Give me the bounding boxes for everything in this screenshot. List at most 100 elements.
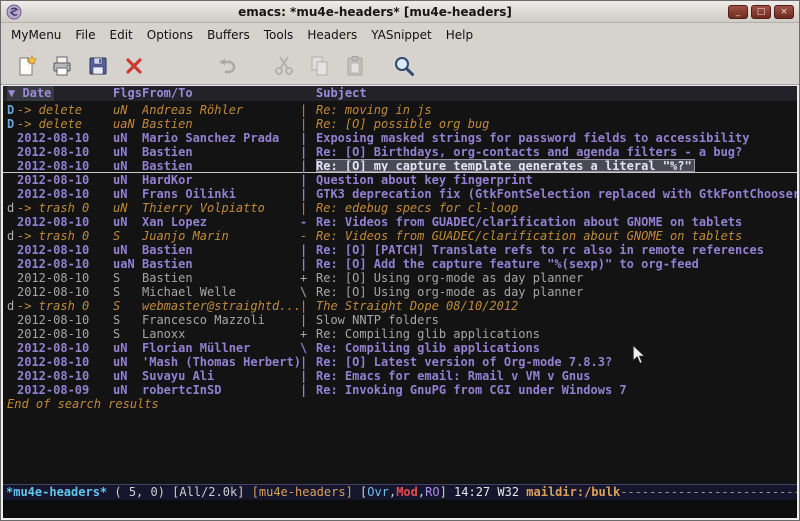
subject-cell: Slow NNTP folders <box>316 313 797 327</box>
titlebar[interactable]: emacs: *mu4e-headers* [mu4e-headers] _ □… <box>1 1 799 23</box>
date-cell: 2012-08-10 <box>17 159 113 172</box>
flags-cell: S <box>113 285 142 299</box>
thread-connector: | <box>300 299 316 313</box>
from-cell: Bastien <box>142 117 300 131</box>
window-title: emacs: *mu4e-headers* [mu4e-headers] <box>22 5 728 19</box>
message-row[interactable]: d -> trash 0 uN Thierry Volpiatto | Re: … <box>3 201 797 215</box>
save-icon[interactable] <box>81 51 115 81</box>
mark-cell: D <box>7 117 17 131</box>
mark-cell <box>7 215 17 229</box>
message-row[interactable]: 2012-08-10 uN Mario Sanchez Prada | Expo… <box>3 131 797 145</box>
message-row[interactable]: 2012-08-10 S Bastien + Re: [O] Using org… <box>3 271 797 285</box>
modeline-bracket: [ <box>353 485 367 499</box>
cut-icon[interactable] <box>267 51 301 81</box>
menu-item-mymenu[interactable]: MyMenu <box>4 25 68 45</box>
column-header-subject[interactable]: Subject <box>316 86 797 101</box>
message-row[interactable]: d -> trash 0 S webmaster@straightd... | … <box>3 299 797 313</box>
from-cell: Bastien <box>142 243 300 257</box>
mark-cell <box>7 383 17 397</box>
subject-cell: Re: moving in js <box>316 103 797 117</box>
message-row[interactable]: 2012-08-10 S Lanoxx + Re: Compiling glib… <box>3 327 797 341</box>
undo-icon[interactable] <box>209 51 243 81</box>
thread-connector: | <box>300 159 316 172</box>
emacs-icon <box>6 4 22 20</box>
thread-connector: \ <box>300 285 316 299</box>
flags-cell: uN <box>113 187 142 201</box>
menu-item-help[interactable]: Help <box>439 25 480 45</box>
thread-connector: \ <box>300 341 316 355</box>
sort-indicator-date[interactable]: ▼ Date <box>7 86 54 101</box>
minibuffer[interactable] <box>3 500 797 518</box>
flags-cell: S <box>113 299 142 313</box>
flags-cell: uaN <box>113 257 142 271</box>
date-cell: 2012-08-10 <box>17 355 113 369</box>
message-row[interactable]: 2012-08-10 uN Bastien | Re: [O] Birthday… <box>3 145 797 159</box>
modeline-position: ( 5, 0) [All/2.0k] <box>107 485 252 499</box>
message-row[interactable]: 2012-08-09 uN robertcInSD | Re: Invoking… <box>3 383 797 397</box>
new-file-icon[interactable] <box>9 51 43 81</box>
copy-icon[interactable] <box>303 51 337 81</box>
message-row[interactable]: D -> delete uN Andreas Röhler | Re: movi… <box>3 103 797 117</box>
column-header-gap <box>300 86 316 101</box>
subject-cell: Re: [O] Using org-mode as day planner <box>316 285 797 299</box>
flags-cell: uN <box>113 103 142 117</box>
column-header-from[interactable]: From/To <box>142 86 300 101</box>
header-line: ▼ Date Flgs From/To Subject <box>3 86 797 101</box>
flags-cell: uN <box>113 369 142 383</box>
menu-item-headers[interactable]: Headers <box>300 25 364 45</box>
modeline-buffer-name: *mu4e-headers* <box>6 485 107 499</box>
from-cell: Florian Müllner <box>142 341 300 355</box>
message-row[interactable]: 2012-08-10 uN HardKor | Question about k… <box>3 173 797 187</box>
menu-item-tools[interactable]: Tools <box>257 25 301 45</box>
message-row[interactable]: 2012-08-10 uaN Bastien | Re: [O] Add the… <box>3 257 797 271</box>
print-icon[interactable] <box>45 51 79 81</box>
message-row[interactable]: 2012-08-10 uN Suvayu Ali | Re: Emacs for… <box>3 369 797 383</box>
from-cell: Bastien <box>142 159 300 172</box>
menu-item-buffers[interactable]: Buffers <box>200 25 257 45</box>
message-row[interactable]: 2012-08-10 uN Frans Oilinki | GTK3 depre… <box>3 187 797 201</box>
mark-cell: D <box>7 103 17 117</box>
message-row[interactable]: 2012-08-10 S Michael Welle \ Re: [O] Usi… <box>3 285 797 299</box>
thread-connector: | <box>300 117 316 131</box>
flags-cell: uN <box>113 145 142 159</box>
from-cell: Bastien <box>142 257 300 271</box>
search-icon[interactable] <box>387 51 421 81</box>
mark-cell <box>7 369 17 383</box>
message-row[interactable]: 2012-08-10 uN 'Mash (Thomas Herbert) | R… <box>3 355 797 369</box>
menu-item-edit[interactable]: Edit <box>103 25 140 45</box>
from-cell: Michael Welle <box>142 285 300 299</box>
modeline-bracket: ] <box>440 485 447 499</box>
message-row[interactable]: D -> delete uaN Bastien | Re: [O] possib… <box>3 117 797 131</box>
date-cell: 2012-08-10 <box>17 271 113 285</box>
menu-item-options[interactable]: Options <box>140 25 200 45</box>
message-row[interactable]: 2012-08-10 uN Bastien | Re: [O] [PATCH] … <box>3 243 797 257</box>
message-row[interactable]: 2012-08-10 uN Florian Müllner \ Re: Comp… <box>3 341 797 355</box>
subject-cell: Re: Videos from GUADEC/clarification abo… <box>316 229 797 243</box>
modeline[interactable]: *mu4e-headers* ( 5, 0) [All/2.0k] [mu4e-… <box>3 484 797 500</box>
menu-item-file[interactable]: File <box>68 25 102 45</box>
maximize-button[interactable]: □ <box>751 5 771 19</box>
close-button[interactable]: × <box>774 5 794 19</box>
column-header-flags[interactable]: Flgs <box>113 86 142 101</box>
mark-cell <box>7 341 17 355</box>
message-row[interactable]: 2012-08-10 uN Bastien | Re: [O] my captu… <box>3 159 797 173</box>
close-file-icon[interactable] <box>117 51 151 81</box>
column-header-date[interactable]: ▼ Date <box>7 86 113 101</box>
message-row[interactable]: 2012-08-10 uN Xan Lopez - Re: Videos fro… <box>3 215 797 229</box>
from-cell: Bastien <box>142 145 300 159</box>
menu-item-yasnippet[interactable]: YASnippet <box>364 25 439 45</box>
paste-icon[interactable] <box>339 51 373 81</box>
flags-cell: uaN <box>113 117 142 131</box>
message-row[interactable]: 2012-08-10 S Francesco Mazzoli | Slow NN… <box>3 313 797 327</box>
date-cell: -> trash 0 <box>17 229 113 243</box>
flags-cell: uN <box>113 201 142 215</box>
thread-connector: - <box>300 215 316 229</box>
date-cell: 2012-08-10 <box>17 369 113 383</box>
subject-cell: Re: Invoking GnuPG from CGI under Window… <box>316 383 797 397</box>
flags-cell: uN <box>113 215 142 229</box>
message-row[interactable]: d -> trash 0 S Juanjo Marin - Re: Videos… <box>3 229 797 243</box>
thread-connector: - <box>300 229 316 243</box>
thread-connector: | <box>300 103 316 117</box>
minimize-button[interactable]: _ <box>728 5 748 19</box>
from-cell: Francesco Mazzoli <box>142 313 300 327</box>
